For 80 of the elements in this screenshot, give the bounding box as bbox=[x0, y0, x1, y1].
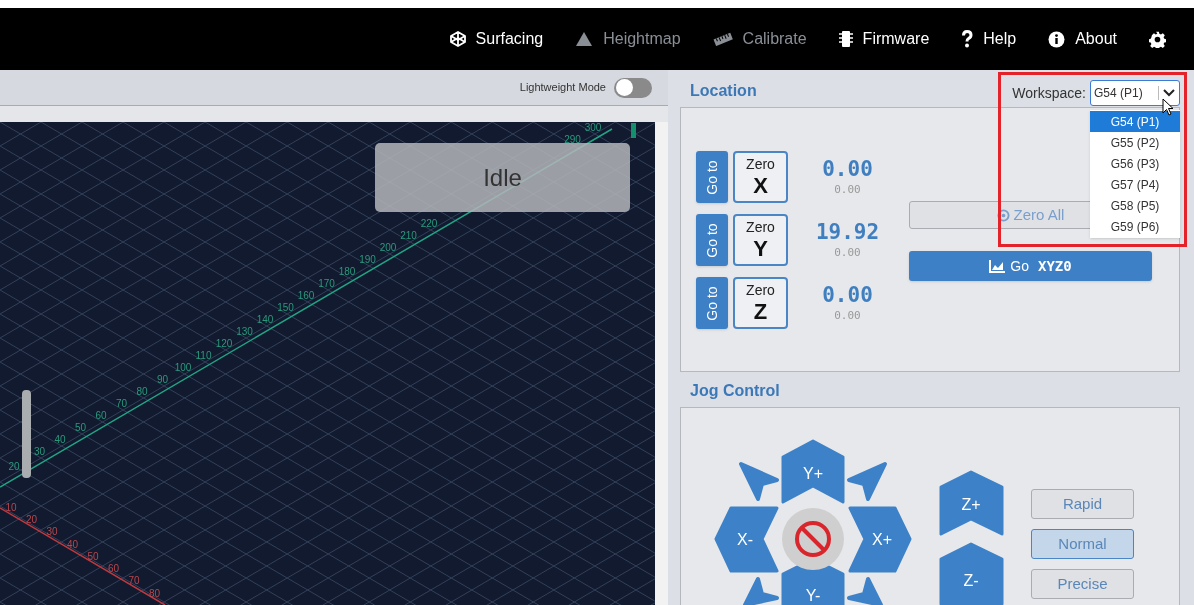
axis-tick-label: 140 bbox=[256, 314, 274, 325]
dropdown-option[interactable]: G56 (P3) bbox=[1090, 153, 1180, 174]
axis-tick-label: 150 bbox=[277, 302, 294, 313]
area-chart-icon bbox=[989, 259, 1006, 273]
axis-tick-label: 180 bbox=[338, 266, 356, 277]
chevron-down-icon bbox=[1163, 89, 1175, 97]
nav-link[interactable]: Surfacing bbox=[449, 27, 544, 51]
axis-tick-label: 210 bbox=[400, 230, 417, 242]
axis-tick-label: 20 bbox=[25, 513, 38, 525]
jog-button[interactable]: Z+ bbox=[939, 470, 1004, 536]
go-to-zero-button[interactable]: Go XYZ0 bbox=[909, 251, 1152, 281]
jog-button[interactable]: X- bbox=[714, 506, 779, 573]
axis-tick-label: 50 bbox=[74, 421, 87, 433]
section-title: Jog Control bbox=[690, 381, 780, 401]
info-icon bbox=[1048, 30, 1066, 48]
axis-tick-label: 300 bbox=[584, 122, 602, 134]
axis-tick-label: 40 bbox=[54, 433, 66, 445]
jog-button[interactable]: Z- bbox=[939, 542, 1004, 605]
dropdown-option[interactable]: G57 (P4) bbox=[1090, 174, 1180, 195]
axis-tick-label: 110 bbox=[195, 349, 212, 361]
dropdown-option[interactable]: G54 (P1) bbox=[1090, 111, 1180, 132]
axis-tick-label: 60 bbox=[107, 563, 120, 575]
axis-tick-label: 170 bbox=[318, 278, 335, 289]
axis-tick-label: 80 bbox=[136, 385, 148, 397]
lightweight-mode-label: Lightweight Mode bbox=[519, 80, 606, 96]
triangle-icon bbox=[575, 31, 594, 47]
axis-tick-label: 120 bbox=[215, 337, 233, 349]
axis-tick-label: 50 bbox=[87, 550, 99, 562]
axis-tick-label: 30 bbox=[33, 445, 46, 457]
axis-tick-label: 290 bbox=[564, 134, 581, 146]
diagonal-jog-button[interactable] bbox=[739, 462, 779, 501]
toggle-switch[interactable] bbox=[614, 77, 652, 98]
section-title: Location bbox=[690, 81, 757, 101]
machine-position: 0.00 bbox=[834, 307, 861, 324]
target-icon bbox=[996, 208, 1010, 222]
axis-tick-label: 40 bbox=[66, 538, 79, 550]
workspace-label: Workspace: bbox=[1012, 83, 1086, 103]
dropdown-option[interactable]: G55 (P2) bbox=[1090, 132, 1180, 153]
nav-link[interactable]: Help bbox=[961, 27, 1017, 51]
go-to-button[interactable]: Go to bbox=[696, 277, 728, 329]
diagonal-jog-button[interactable] bbox=[847, 577, 883, 605]
nav-link[interactable]: Firmware bbox=[838, 27, 930, 51]
jog-button[interactable]: Y+ bbox=[781, 439, 845, 504]
zero-axis-button[interactable]: Zero Z bbox=[733, 277, 788, 329]
axis-tick-label: 30 bbox=[46, 526, 58, 538]
work-position: 19.92 bbox=[815, 218, 880, 245]
cube-icon bbox=[449, 31, 466, 47]
jog-button[interactable]: X+ bbox=[848, 506, 912, 573]
axis-tick-label: 130 bbox=[236, 325, 253, 337]
axis-tick-label: 100 bbox=[174, 361, 192, 373]
work-position: 0.00 bbox=[822, 155, 873, 182]
axis-tick-label: 80 bbox=[148, 587, 161, 599]
stop-button[interactable] bbox=[782, 508, 844, 570]
ruler-icon bbox=[712, 32, 733, 46]
axis-tick-label: 190 bbox=[359, 254, 376, 265]
machine-position: 0.00 bbox=[834, 181, 861, 198]
axis-tick-label: 220 bbox=[420, 218, 438, 230]
go-to-button[interactable]: Go to bbox=[696, 151, 728, 203]
zero-axis-button[interactable]: Zero Y bbox=[733, 214, 788, 266]
help-icon bbox=[961, 30, 974, 48]
diagonal-jog-button[interactable] bbox=[743, 577, 779, 605]
work-position: 0.00 bbox=[822, 281, 873, 308]
nav-link[interactable]: About bbox=[1048, 27, 1117, 51]
axis-tick-label: 90 bbox=[156, 373, 169, 385]
chip-icon bbox=[838, 30, 853, 48]
axis-tick-label: 70 bbox=[115, 397, 128, 409]
go-to-button[interactable]: Go to bbox=[696, 214, 728, 266]
status-badge: Idle bbox=[375, 143, 630, 212]
axis-tick-label: 70 bbox=[128, 575, 140, 587]
axis-tick-label: 160 bbox=[297, 290, 315, 301]
axis-tick-label: 60 bbox=[95, 409, 107, 421]
marker-icon bbox=[631, 123, 636, 138]
diagonal-jog-button[interactable] bbox=[847, 462, 887, 501]
settings-icon[interactable] bbox=[1149, 30, 1166, 48]
zero-axis-button[interactable]: Zero X bbox=[733, 151, 788, 203]
axis-tick-label: 10 bbox=[5, 501, 17, 513]
machine-position: 0.00 bbox=[834, 244, 861, 261]
axis-tick-label: 200 bbox=[379, 242, 397, 253]
workspace-select[interactable]: G54 (P1) bbox=[1090, 80, 1180, 106]
axis-tick-label: 20 bbox=[8, 460, 20, 472]
